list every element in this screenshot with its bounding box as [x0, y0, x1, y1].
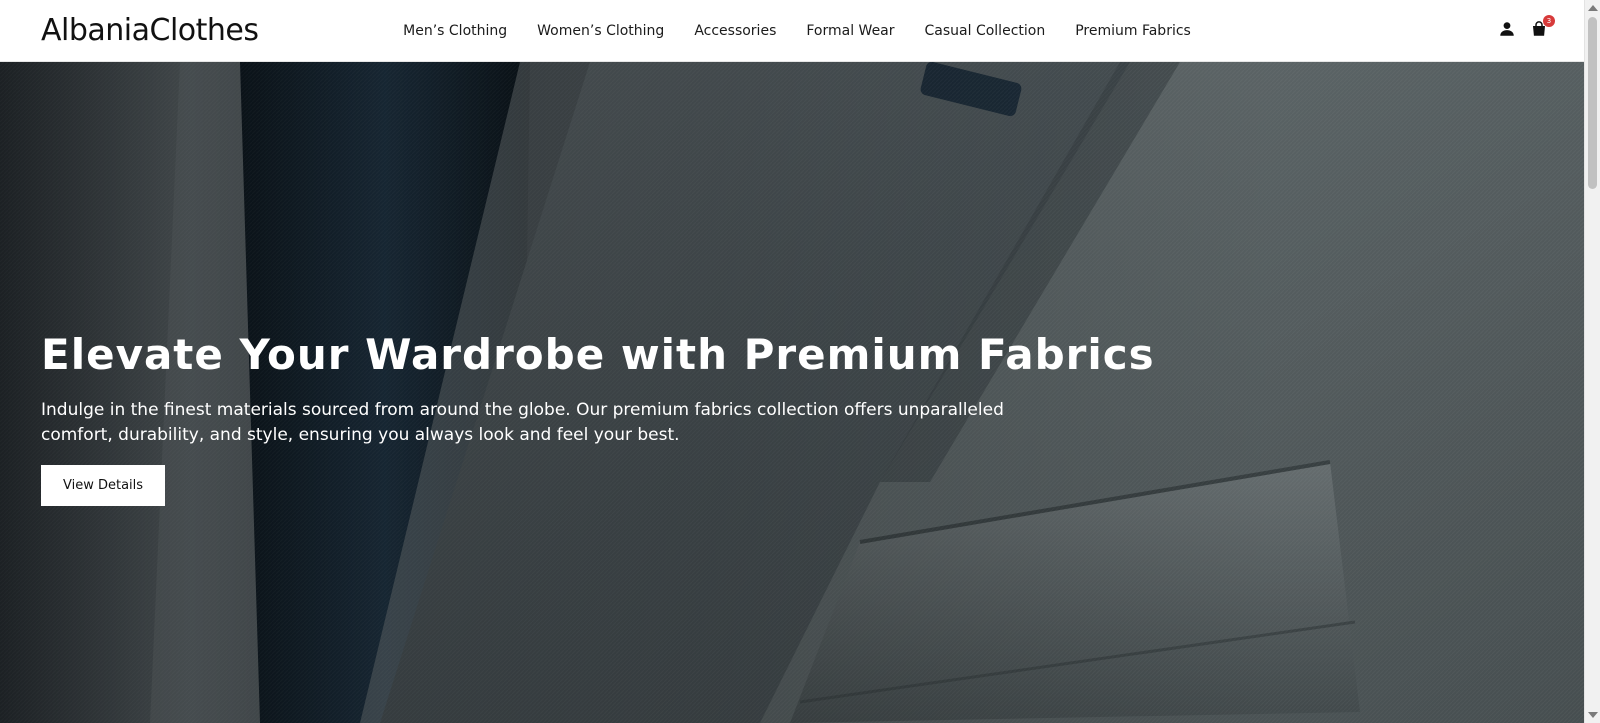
- hero-banner: Elevate Your Wardrobe with Premium Fabri…: [0, 62, 1584, 723]
- hero-title: Elevate Your Wardrobe with Premium Fabri…: [41, 330, 1155, 379]
- nav-item-accessories[interactable]: Accessories: [694, 23, 776, 39]
- header-icons: 3: [1498, 15, 1555, 38]
- user-icon[interactable]: [1498, 20, 1516, 38]
- hero-content: Elevate Your Wardrobe with Premium Fabri…: [41, 330, 1155, 507]
- shopping-bag-icon[interactable]: 3: [1530, 15, 1555, 38]
- scroll-down-arrow-icon[interactable]: [1588, 712, 1598, 718]
- nav-item-premium-fabrics[interactable]: Premium Fabrics: [1075, 23, 1191, 39]
- nav-item-casual-collection[interactable]: Casual Collection: [925, 23, 1046, 39]
- scrollbar-thumb[interactable]: [1588, 17, 1597, 189]
- vertical-scrollbar[interactable]: [1584, 0, 1600, 723]
- nav-item-womens-clothing[interactable]: Women’s Clothing: [537, 23, 664, 39]
- scroll-up-arrow-icon[interactable]: [1588, 5, 1598, 11]
- nav-item-mens-clothing[interactable]: Men’s Clothing: [403, 23, 507, 39]
- site-header: AlbaniaClothes Men’s Clothing Women’s Cl…: [0, 0, 1584, 62]
- page: AlbaniaClothes Men’s Clothing Women’s Cl…: [0, 0, 1600, 723]
- cart-count-badge: 3: [1543, 15, 1555, 27]
- hero-description: Indulge in the finest materials sourced …: [41, 400, 1004, 446]
- view-details-button[interactable]: View Details: [41, 465, 166, 507]
- main-nav: Men’s Clothing Women’s Clothing Accessor…: [0, 0, 1584, 62]
- nav-item-formal-wear[interactable]: Formal Wear: [806, 23, 894, 39]
